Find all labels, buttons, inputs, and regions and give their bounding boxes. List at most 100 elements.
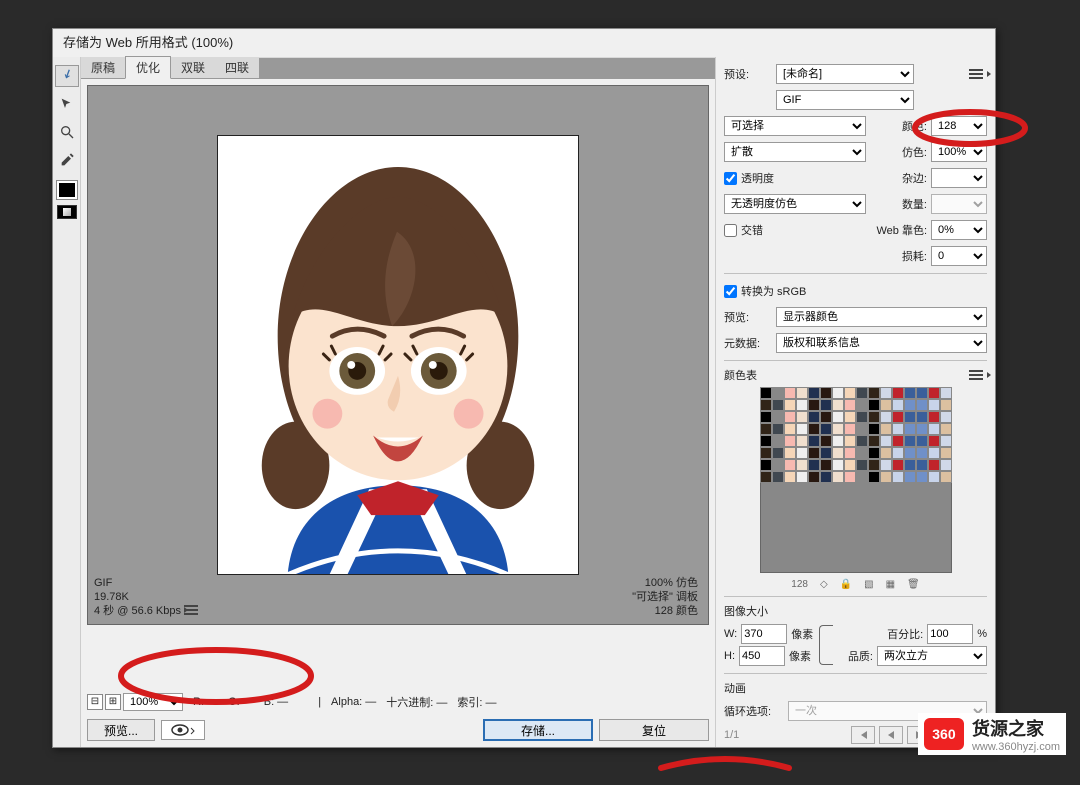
color-table[interactable]: [760, 387, 952, 573]
trans-dither-amount: [931, 194, 987, 214]
status-palette: "可选择" 调板: [632, 590, 698, 604]
center-pane: 原稿 优化 双联 四联: [81, 57, 715, 747]
zoom-tool[interactable]: [55, 121, 79, 143]
width-label: W:: [724, 628, 737, 640]
ct-snap-icon[interactable]: ◇: [820, 579, 828, 590]
status-filesize: 19.78K: [94, 590, 184, 604]
ct-lock-icon[interactable]: 🔒: [840, 579, 852, 590]
imagesize-label: 图像大小: [724, 603, 768, 619]
ct-map-icon[interactable]: ▧: [864, 579, 873, 590]
dither-amount-select[interactable]: 100%: [931, 142, 987, 162]
transparency-checkbox[interactable]: [724, 172, 737, 185]
zoom-select[interactable]: 100%: [123, 693, 183, 711]
preview-status-right: 100% 仿色 "可选择" 调板 128 颜色: [632, 576, 698, 618]
preset-label: 预设:: [724, 66, 772, 82]
websnap-label: Web 靠色:: [869, 222, 927, 238]
zoom-in-button[interactable]: ⊞: [105, 694, 121, 710]
tab-optimized[interactable]: 优化: [125, 56, 171, 79]
preview-mode-select[interactable]: 显示器颜色: [776, 307, 987, 327]
tab-original[interactable]: 原稿: [81, 57, 125, 78]
watermark-badge: 360: [924, 718, 964, 750]
info-r: R: —: [193, 696, 218, 708]
lossy-label: 损耗:: [891, 248, 927, 264]
info-index: 索引: —: [457, 694, 496, 710]
preview-canvas[interactable]: GIF 19.78K 4 秒 @ 56.6 Kbps 100% 仿色 "可选择"…: [87, 85, 709, 625]
convert-srgb-label: 转换为 sRGB: [741, 283, 806, 299]
height-input[interactable]: [739, 646, 785, 666]
preview-mode-label: 预览:: [724, 309, 772, 325]
info-b: B: —: [264, 696, 288, 708]
tab-fourup[interactable]: 四联: [215, 57, 259, 78]
interlaced-checkbox[interactable]: [724, 224, 737, 237]
watermark: 360 货源之家 www.360hyzj.com: [918, 713, 1066, 755]
transparency-dither-select[interactable]: 无透明度仿色: [724, 194, 866, 214]
first-frame-button[interactable]: [851, 726, 875, 744]
frame-indicator: 1/1: [724, 729, 739, 741]
interlaced-label: 交错: [741, 222, 763, 238]
watermark-name: 货源之家: [972, 715, 1060, 741]
percent-input[interactable]: [927, 624, 973, 644]
dialog-buttons: 预览... 存储... 复位: [81, 713, 715, 747]
ct-trash-icon[interactable]: 🗑: [907, 579, 920, 590]
toggle-slices-button[interactable]: [57, 205, 77, 219]
status-colors: 128 颜色: [632, 604, 698, 618]
colortable-label: 颜色表: [724, 367, 757, 383]
metadata-label: 元数据:: [724, 335, 772, 351]
color-reduction-select[interactable]: 可选择: [724, 116, 866, 136]
preset-select[interactable]: [未命名]: [776, 64, 914, 84]
zoom-out-button[interactable]: ⊟: [87, 694, 103, 710]
slice-select-tool[interactable]: [55, 93, 79, 115]
colors-label: 颜色:: [891, 118, 927, 134]
info-alpha: Alpha: —: [331, 696, 376, 708]
info-hex: 十六进制: —: [386, 694, 447, 710]
width-input[interactable]: [741, 624, 787, 644]
info-g: G: —: [228, 696, 254, 708]
transparency-label: 透明度: [741, 170, 774, 186]
dialog-title: 存储为 Web 所用格式 (100%): [53, 29, 995, 57]
quality-label: 品质:: [848, 648, 873, 664]
constrain-proportions-icon[interactable]: [819, 625, 833, 665]
options-panel: 预设: [未命名] GIF 可选择 颜色: 128 扩散 仿色: 100%: [715, 57, 995, 747]
lossy-select[interactable]: 0: [931, 246, 987, 266]
reset-button[interactable]: 复位: [599, 719, 709, 741]
prev-frame-button[interactable]: [879, 726, 903, 744]
preview-image: [217, 135, 579, 575]
ct-new-icon[interactable]: ▦: [886, 579, 895, 590]
status-download: 4 秒 @ 56.6 Kbps: [94, 605, 181, 617]
status-dither: 100% 仿色: [632, 576, 698, 590]
colortable-flyout-menu[interactable]: [969, 370, 987, 380]
convert-srgb-checkbox[interactable]: [724, 285, 737, 298]
loop-label: 循环选项:: [724, 703, 784, 719]
watermark-url: www.360hyzj.com: [972, 741, 1060, 753]
dither-method-select[interactable]: 扩散: [724, 142, 866, 162]
metadata-select[interactable]: 版权和联系信息: [776, 333, 987, 353]
preview-tabs: 原稿 优化 双联 四联: [81, 57, 715, 79]
tool-strip: [53, 57, 81, 747]
hand-tool[interactable]: [55, 65, 79, 87]
preview-button[interactable]: 预览...: [87, 719, 155, 741]
height-label: H:: [724, 650, 735, 662]
info-bar: ⊟ ⊞ 100% R: — G: — B: — | Alpha: — 十六进制:…: [81, 691, 715, 713]
preset-flyout-menu[interactable]: [969, 69, 987, 79]
percent-label: 百分比:: [887, 626, 923, 642]
eyedropper-tool[interactable]: [55, 149, 79, 171]
tab-twoup[interactable]: 双联: [171, 57, 215, 78]
browser-preview-select[interactable]: [161, 720, 205, 740]
format-select[interactable]: GIF: [776, 90, 914, 110]
websnap-select[interactable]: 0%: [931, 220, 987, 240]
annotation-save: [655, 746, 795, 781]
status-format: GIF: [94, 576, 184, 590]
preview-status-left: GIF 19.78K 4 秒 @ 56.6 Kbps: [94, 576, 184, 618]
quality-select[interactable]: 两次立方: [877, 646, 987, 666]
eyedropper-color-swatch[interactable]: [57, 181, 77, 199]
colortable-count: 128: [791, 579, 808, 590]
dither-label: 仿色:: [891, 144, 927, 160]
amount-label: 数量:: [891, 196, 927, 212]
matte-select[interactable]: [931, 168, 987, 188]
animation-label: 动画: [724, 680, 746, 696]
save-for-web-dialog: 存储为 Web 所用格式 (100%) 原稿 优化 双联 四联: [52, 28, 996, 748]
colors-select[interactable]: 128: [931, 116, 987, 136]
matte-label: 杂边:: [891, 170, 927, 186]
save-button[interactable]: 存储...: [483, 719, 593, 741]
px-label: 像素: [791, 626, 813, 642]
